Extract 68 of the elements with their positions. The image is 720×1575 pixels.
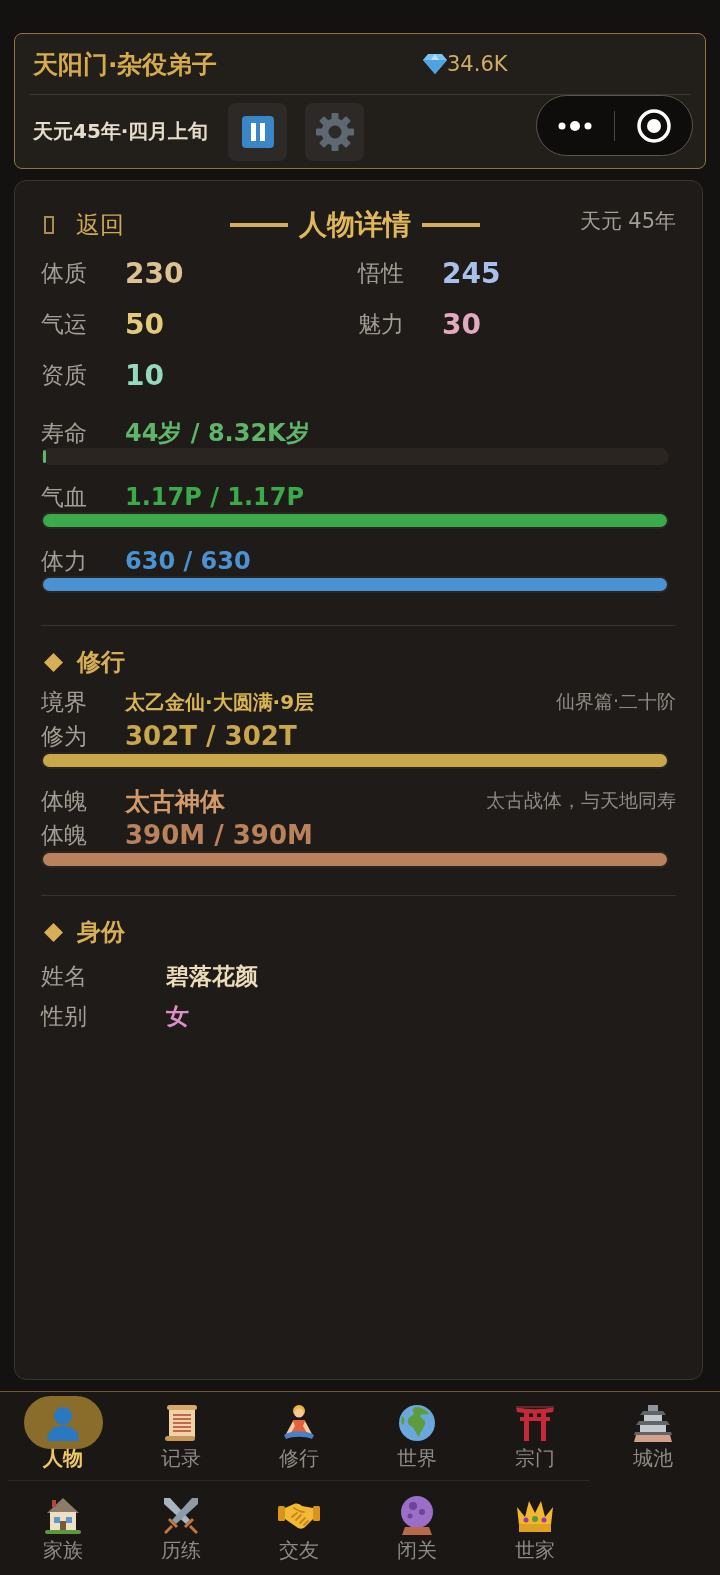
diamond-icon — [44, 922, 63, 942]
attribute-label: 体质 — [41, 259, 88, 288]
identity-value: 碧落花颜 — [166, 961, 258, 991]
pause-button[interactable] — [228, 102, 288, 161]
nav-tab[interactable]: 城池 — [594, 1396, 712, 1480]
cultivation-label: 体魄 — [41, 786, 88, 816]
era-text: 天元 45年 — [579, 208, 676, 235]
back-link[interactable]: 返回 — [41, 209, 230, 241]
cultivation-value: 太乙金仙·大圆满·9层 — [125, 688, 315, 716]
person-icon — [45, 1404, 81, 1441]
section-title: 修行 — [77, 647, 125, 678]
cultivation-value: 太古神体 — [125, 785, 225, 818]
identity-label: 性别 — [41, 1001, 88, 1031]
identity-value: 女 — [166, 1001, 189, 1031]
torii-gate-icon — [516, 1404, 554, 1441]
nav-tab[interactable]: 闭关 — [358, 1488, 476, 1569]
gem-icon — [423, 54, 447, 74]
nav-tab[interactable]: 交友 — [240, 1488, 358, 1569]
cultivation-label: 体魄 — [41, 820, 88, 850]
diamond-icon — [44, 652, 63, 672]
attribute-value: 230 — [125, 257, 184, 290]
more-dots-icon — [558, 119, 593, 132]
vital-label: 体力 — [41, 546, 88, 576]
attribute-value: 245 — [442, 257, 501, 290]
attribute-value: 50 — [125, 308, 164, 341]
attribute-label: 魅力 — [358, 310, 405, 339]
crystal-ball-icon — [399, 1494, 435, 1535]
nav-tab[interactable]: 人物 — [4, 1396, 122, 1480]
target-ring-icon — [636, 108, 671, 143]
currency-amount: 34.6K — [447, 52, 508, 76]
nav-tab[interactable]: 世界 — [358, 1396, 476, 1480]
page-title: 人物详情 — [299, 207, 411, 243]
settings-button[interactable] — [305, 102, 365, 161]
identity-label: 姓名 — [41, 961, 88, 991]
sect-title: 天阳门·杂役弟子 — [32, 48, 219, 81]
scroll-icon — [163, 1403, 199, 1442]
section-title: 身份 — [77, 917, 125, 948]
nav-tab[interactable]: 世家 — [476, 1488, 594, 1569]
crossed-swords-icon — [162, 1495, 200, 1534]
attribute-value: 10 — [125, 359, 164, 392]
attribute-label: 资质 — [41, 361, 88, 390]
game-date: 天元45年·四月上旬 — [32, 118, 209, 145]
meditating-person-icon — [281, 1403, 317, 1442]
cultivation-label: 修为 — [41, 721, 88, 751]
vital-label: 寿命 — [41, 418, 88, 448]
castle-icon — [634, 1403, 672, 1442]
vital-label: 气血 — [41, 482, 88, 512]
nav-tab[interactable]: 记录 — [122, 1396, 240, 1480]
cultivation-label: 境界 — [41, 687, 88, 717]
nav-tab[interactable]: 历练 — [122, 1488, 240, 1569]
vital-value: 44岁 / 8.32K岁 — [125, 418, 310, 449]
settings-icon — [315, 112, 354, 151]
cultivation-value: 302T / 302T — [125, 721, 297, 751]
globe-icon — [398, 1403, 436, 1442]
rectangle-icon — [44, 216, 54, 234]
vital-value: 1.17P / 1.17P — [125, 483, 305, 511]
house-icon — [44, 1495, 82, 1534]
cultivation-note: 仙界篇·二十阶 — [555, 689, 676, 714]
nav-tab[interactable]: 修行 — [240, 1396, 358, 1480]
attribute-label: 气运 — [41, 310, 88, 339]
attribute-value: 30 — [442, 308, 481, 341]
vital-value: 630 / 630 — [125, 547, 251, 575]
pause-icon — [241, 115, 274, 148]
nav-tab[interactable]: 宗门 — [476, 1396, 594, 1480]
cultivation-value: 390M / 390M — [125, 820, 313, 850]
nav-tab[interactable]: 家族 — [4, 1488, 122, 1569]
cultivation-note: 太古战体，与天地同寿 — [486, 788, 676, 813]
attribute-label: 悟性 — [358, 259, 405, 288]
